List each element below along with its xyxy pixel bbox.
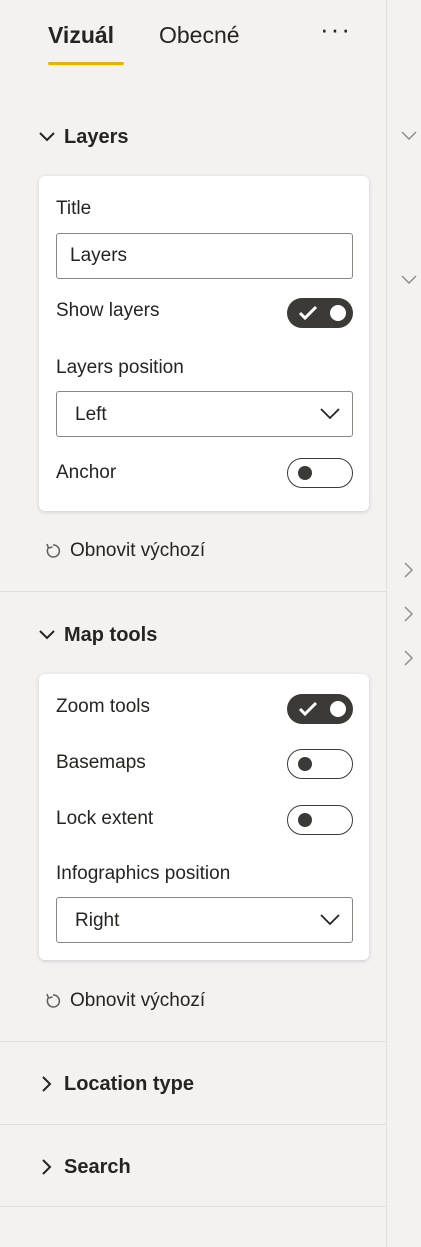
layers-card: Title Show layers Layers position Left A…	[39, 176, 369, 511]
chevron-right-icon[interactable]	[401, 562, 417, 578]
more-options-button[interactable]: ···	[320, 14, 352, 45]
reset-icon	[46, 993, 61, 1008]
toggle-knob	[298, 466, 312, 480]
chevron-right-icon[interactable]	[401, 606, 417, 622]
zoom-tools-toggle[interactable]	[287, 694, 353, 724]
lock-extent-toggle[interactable]	[287, 805, 353, 835]
infographics-position-label: Infographics position	[56, 863, 231, 884]
show-layers-toggle[interactable]	[287, 298, 353, 328]
section-divider	[0, 1124, 386, 1125]
show-layers-label: Show layers	[56, 300, 160, 321]
infographics-position-select[interactable]: Right	[56, 897, 353, 943]
reset-label: Obnovit výchozí	[70, 990, 206, 1011]
section-title: Location type	[64, 1072, 195, 1095]
layers-position-label: Layers position	[56, 357, 184, 378]
anchor-label: Anchor	[56, 462, 117, 483]
section-header-map-tools[interactable]: Map tools	[38, 618, 157, 652]
reset-label: Obnovit výchozí	[70, 540, 206, 561]
format-pane: Vizuál Obecné ··· Layers Title Show laye…	[0, 0, 386, 1247]
title-label: Title	[56, 198, 92, 219]
chevron-right-icon	[42, 1076, 52, 1092]
toggle-knob	[330, 305, 346, 321]
chevron-down-icon	[39, 630, 55, 640]
toggle-knob	[330, 701, 346, 717]
check-icon	[298, 701, 318, 717]
section-divider	[0, 1041, 386, 1042]
chevron-right-icon	[42, 1159, 52, 1175]
section-title: Search	[64, 1155, 131, 1178]
section-title: Layers	[64, 125, 129, 148]
section-divider	[0, 1206, 386, 1207]
chevron-down-icon[interactable]	[401, 272, 417, 288]
lock-extent-label: Lock extent	[56, 808, 154, 829]
active-tab-indicator	[48, 62, 124, 65]
zoom-tools-label: Zoom tools	[56, 696, 150, 717]
chevron-down-icon	[320, 914, 340, 926]
section-title: Map tools	[64, 623, 158, 646]
reset-icon	[46, 543, 61, 558]
anchor-toggle[interactable]	[287, 458, 353, 488]
select-value: Right	[75, 910, 120, 931]
tab-visual[interactable]: Vizuál	[48, 22, 114, 49]
toggle-knob	[298, 813, 312, 827]
section-header-location-type[interactable]: Location type	[38, 1067, 194, 1101]
chevron-down-icon	[320, 408, 340, 420]
title-input[interactable]	[56, 233, 353, 279]
tab-general[interactable]: Obecné	[159, 22, 240, 49]
map-tools-card: Zoom tools Basemaps Lock extent Infograp…	[39, 674, 369, 960]
toggle-knob	[298, 757, 312, 771]
chevron-down-icon	[39, 132, 55, 142]
section-divider	[0, 591, 386, 592]
check-icon	[298, 305, 318, 321]
basemaps-label: Basemaps	[56, 752, 146, 773]
select-value: Left	[75, 404, 107, 425]
reset-map-tools-button[interactable]: Obnovit výchozí	[44, 988, 205, 1014]
chevron-right-icon[interactable]	[401, 650, 417, 666]
pane-tabs: Vizuál Obecné ···	[0, 0, 386, 80]
layers-position-select[interactable]: Left	[56, 391, 353, 437]
reset-layers-button[interactable]: Obnovit výchozí	[44, 538, 205, 564]
adjacent-pane	[387, 0, 421, 1247]
basemaps-toggle[interactable]	[287, 749, 353, 779]
section-header-layers[interactable]: Layers	[38, 120, 129, 154]
chevron-down-icon[interactable]	[401, 128, 417, 144]
section-header-search[interactable]: Search	[38, 1150, 131, 1184]
